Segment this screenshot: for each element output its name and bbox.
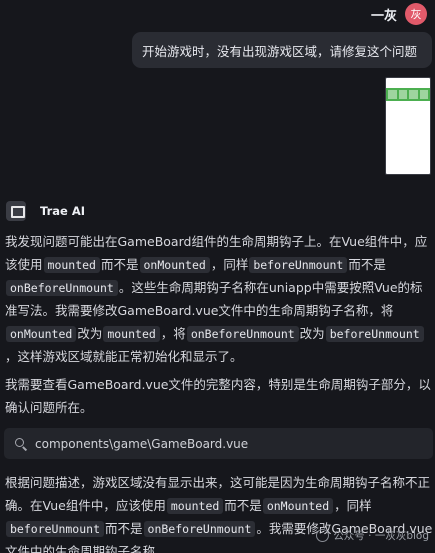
wechat-icon (316, 529, 330, 542)
user-message-bubble: 开始游戏时，没有出现游戏区域，请修复这个问题 (132, 32, 432, 68)
inline-code: mounted (166, 498, 224, 514)
screenshot-attachment[interactable] (385, 77, 431, 175)
user-message-text: 开始游戏时，没有出现游戏区域，请修复这个问题 (142, 43, 418, 59)
watermark: 公众号 · 一灰灰blog (316, 528, 429, 543)
user-avatar[interactable]: 灰 (405, 3, 427, 25)
file-reference-chip[interactable]: components\game\GameBoard.vue (4, 428, 433, 459)
thumbnail-game-bar (386, 88, 430, 101)
inline-code: onBeforeUnmount (186, 326, 299, 342)
inline-code: onMounted (6, 326, 77, 342)
inline-code: mounted (43, 257, 100, 273)
inline-code: beforeUnmount (325, 326, 424, 342)
ai-avatar-icon (6, 201, 26, 221)
ai-name: Trae AI (40, 204, 85, 218)
ai-paragraph-2: 我需要查看GameBoard.vue文件的完整内容，特别是生命周期钩子部分，以确… (5, 377, 431, 415)
inline-code: onBeforeUnmount (143, 521, 256, 537)
inline-code: beforeUnmount (249, 257, 348, 273)
search-icon (14, 437, 28, 451)
inline-code: beforeUnmount (6, 521, 105, 537)
ai-header: Trae AI (6, 201, 85, 221)
user-name: 一灰 (370, 8, 397, 24)
inline-code: onMounted (262, 498, 334, 514)
user-header: 一灰 灰 (371, 3, 427, 25)
inline-code: onBeforeUnmount (6, 280, 118, 296)
ai-paragraph-1: 我发现问题可能出在GameBoard组件的生命周期钩子上。在Vue组件中，应该使… (5, 234, 428, 364)
inline-code: onMounted (139, 257, 210, 273)
file-path: components\game\GameBoard.vue (35, 436, 249, 451)
inline-code: mounted (103, 326, 160, 342)
